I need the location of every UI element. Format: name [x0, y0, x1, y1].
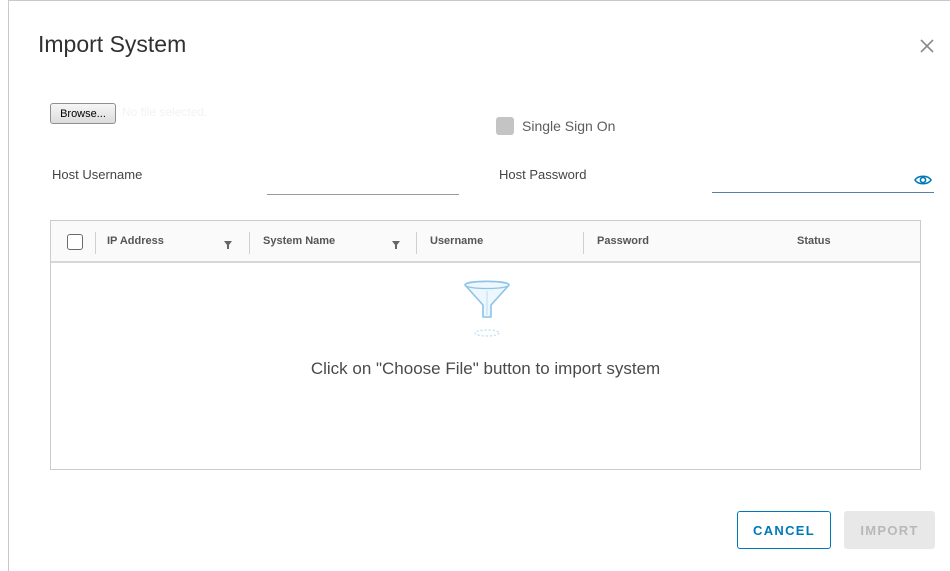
host-username-input[interactable]: [267, 173, 459, 195]
dialog-title: Import System: [38, 31, 187, 57]
show-password-eye-icon[interactable]: [914, 173, 932, 187]
grid-header: IP Address System Name Username Password…: [51, 221, 920, 263]
system-name-filter-icon[interactable]: [391, 237, 401, 249]
empty-state-message: Click on "Choose File" button to import …: [310, 359, 661, 378]
browse-file-button[interactable]: Browse...: [50, 103, 116, 124]
column-header-password: Password: [597, 235, 649, 247]
column-header-username: Username: [430, 235, 484, 247]
select-all-checkbox[interactable]: [67, 234, 83, 250]
column-separator: [95, 232, 96, 254]
cancel-button[interactable]: CANCEL: [737, 511, 831, 549]
column-header-ip-address[interactable]: IP Address: [107, 221, 164, 261]
single-sign-on-label: Single Sign On: [522, 118, 616, 134]
close-icon[interactable]: [918, 37, 936, 55]
single-sign-on-checkbox[interactable]: [496, 117, 514, 135]
ip-address-filter-icon[interactable]: [223, 237, 233, 249]
import-button[interactable]: IMPORT: [844, 511, 935, 549]
empty-filter-funnel-icon: [461, 279, 513, 341]
column-separator: [249, 232, 250, 254]
host-password-label: Host Password: [499, 167, 587, 182]
column-header-system-name[interactable]: System Name: [263, 221, 335, 261]
column-separator: [416, 232, 417, 254]
systems-grid: IP Address System Name Username Password…: [50, 220, 921, 470]
single-sign-on-option[interactable]: Single Sign On: [496, 117, 615, 135]
host-username-label: Host Username: [52, 167, 143, 182]
import-system-dialog: Import System Browse... No file selected…: [8, 0, 950, 571]
column-separator: [583, 232, 584, 254]
host-password-input[interactable]: [712, 171, 934, 193]
file-status-text: No file selected.: [122, 105, 208, 119]
column-header-status: Status: [797, 235, 831, 247]
